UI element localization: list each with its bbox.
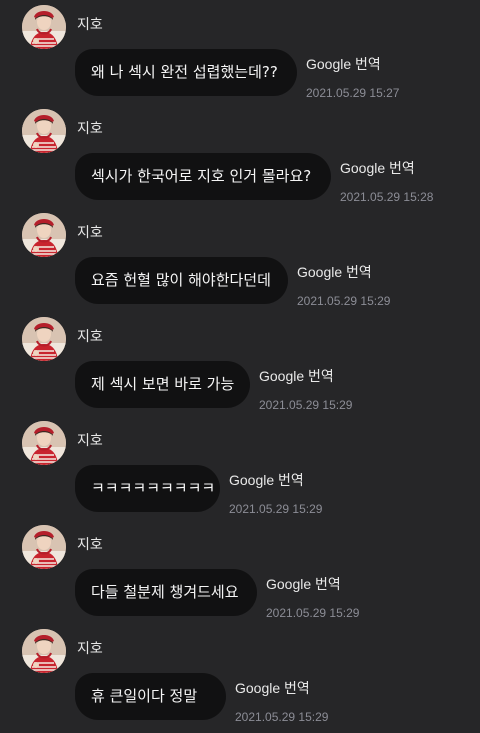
sender-name: 지호 — [77, 537, 103, 553]
sender-name: 지호 — [77, 433, 103, 449]
sender-name: 지호 — [77, 329, 103, 345]
message-timestamp: 2021.05.29 15:29 — [297, 294, 391, 308]
chat-message-list: 지호 왜 나 섹시 완전 섭렵했는데?? Google 번역 2021.05.29 1… — [0, 0, 480, 729]
message-timestamp: 2021.05.29 15:29 — [229, 502, 323, 516]
google-translate-link[interactable]: Google 번역 — [235, 679, 310, 697]
google-translate-link[interactable]: Google 번역 — [340, 159, 415, 177]
avatar[interactable] — [22, 421, 66, 465]
message-timestamp: 2021.05.29 15:29 — [259, 398, 353, 412]
chat-message: 지호요즘 헌혈 많이 해야한다던데 Google 번역 2021.05.29 15:… — [0, 213, 480, 317]
chat-message: 지호휴 큰일이다 정말 Google 번역 2021.05.29 15:29 — [0, 629, 480, 733]
message-bubble[interactable]: 제 섹시 보면 바로 가능 — [75, 361, 250, 408]
google-translate-link[interactable]: Google 번역 — [297, 263, 372, 281]
sender-name: 지호 — [77, 225, 103, 241]
message-timestamp: 2021.05.29 15:27 — [306, 86, 400, 100]
google-translate-link[interactable]: Google 번역 — [259, 367, 334, 385]
google-translate-link[interactable]: Google 번역 — [306, 55, 381, 73]
chat-message: 지호섹시가 한국어로 지호 인거 몰라요? Google 번역 2021.05.29… — [0, 109, 480, 213]
sender-name: 지호 — [77, 641, 103, 657]
message-timestamp: 2021.05.29 15:28 — [340, 190, 434, 204]
message-bubble[interactable]: 요즘 헌혈 많이 해야한다던데 — [75, 257, 288, 304]
avatar[interactable] — [22, 213, 66, 257]
message-bubble[interactable]: 왜 나 섹시 완전 섭렵했는데?? — [75, 49, 297, 96]
message-bubble[interactable]: 섹시가 한국어로 지호 인거 몰라요? — [75, 153, 331, 200]
sender-name: 지호 — [77, 121, 103, 137]
avatar[interactable] — [22, 629, 66, 673]
google-translate-link[interactable]: Google 번역 — [229, 471, 304, 489]
sender-name: 지호 — [77, 17, 103, 33]
message-bubble[interactable]: ㅋㅋㅋㅋㅋㅋㅋㅋㅋ — [75, 465, 220, 512]
message-bubble[interactable]: 다들 철분제 챙겨드세요 — [75, 569, 257, 616]
message-timestamp: 2021.05.29 15:29 — [235, 710, 329, 724]
chat-message: 지호제 섹시 보면 바로 가능 Google 번역 2021.05.29 15:29 — [0, 317, 480, 421]
avatar[interactable] — [22, 109, 66, 153]
google-translate-link[interactable]: Google 번역 — [266, 575, 341, 593]
message-bubble[interactable]: 휴 큰일이다 정말 — [75, 673, 226, 720]
avatar[interactable] — [22, 317, 66, 361]
avatar[interactable] — [22, 525, 66, 569]
chat-message: 지호왜 나 섹시 완전 섭렵했는데?? Google 번역 2021.05.29 1… — [0, 5, 480, 109]
chat-message: 지호다들 철분제 챙겨드세요 Google 번역 2021.05.29 15:29 — [0, 525, 480, 629]
chat-message: 지호 ㅋㅋㅋㅋㅋㅋㅋㅋㅋ Google 번역 2021.05.29 15:29 — [0, 421, 480, 525]
avatar[interactable] — [22, 5, 66, 49]
message-timestamp: 2021.05.29 15:29 — [266, 606, 360, 620]
